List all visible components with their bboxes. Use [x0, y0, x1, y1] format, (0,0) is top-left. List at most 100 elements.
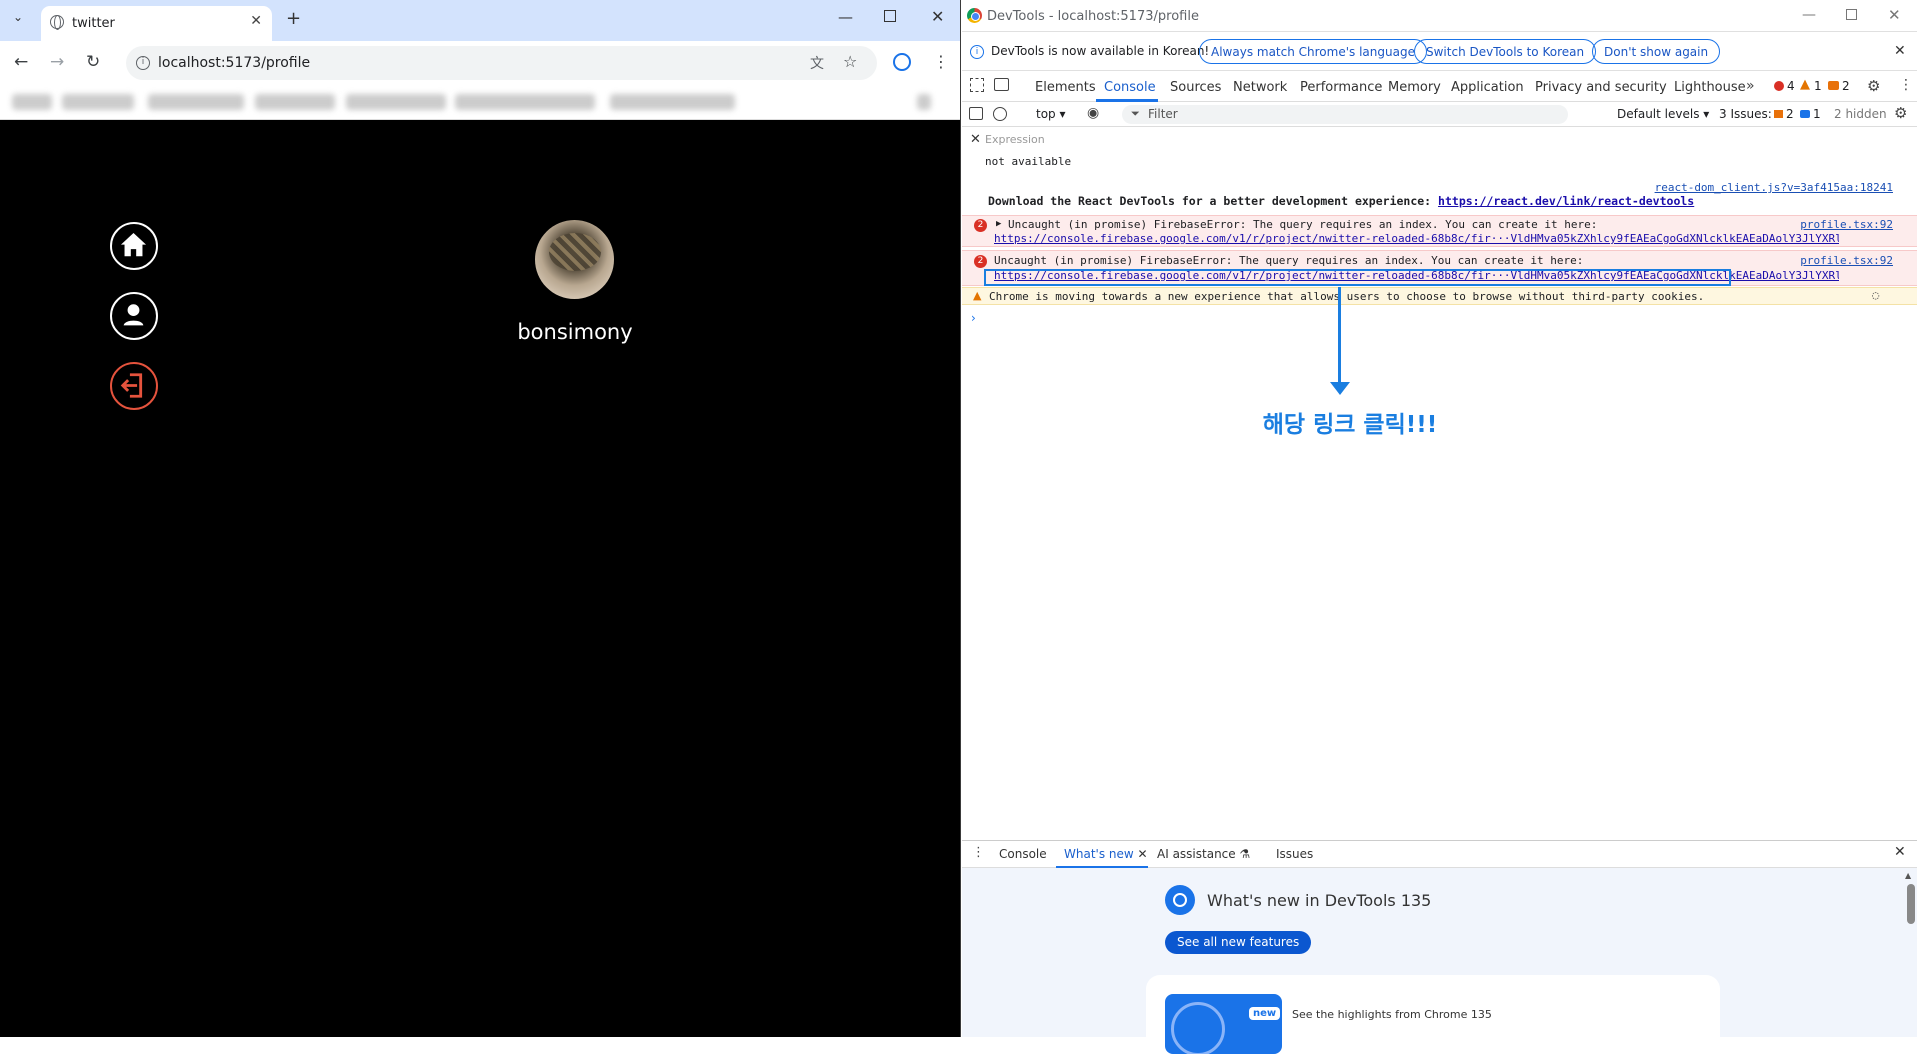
console-prompt-icon[interactable]: › — [971, 311, 976, 325]
warning-count[interactable]: 1 — [1814, 79, 1822, 93]
maximize-icon[interactable] — [1846, 9, 1857, 20]
minimize-icon[interactable]: — — [1802, 7, 1816, 23]
context-selector[interactable]: top ▾ — [1036, 107, 1066, 121]
filter-input[interactable]: ⏷ Filter — [1122, 105, 1568, 124]
warning-count-icon: ▲ — [1800, 77, 1810, 92]
site-info-icon[interactable]: i — [136, 56, 150, 70]
match-language-button[interactable]: Always match Chrome's language — [1199, 39, 1427, 64]
react-devtools-link[interactable]: https://react.dev/link/react-devtools — [1438, 194, 1694, 208]
filter-icon: ⏷ — [1131, 107, 1140, 120]
more-tabs-icon[interactable]: » — [1746, 78, 1755, 94]
tab-console[interactable]: Console — [1104, 80, 1156, 95]
switch-korean-button[interactable]: Switch DevTools to Korean — [1414, 39, 1597, 64]
tab-search-icon[interactable]: ⌄ — [13, 10, 23, 24]
drawer-tab-ai-assistance[interactable]: AI assistance ⚗ — [1157, 847, 1250, 861]
tab-lighthouse[interactable]: Lighthouse — [1674, 80, 1746, 95]
cookie-icon[interactable]: ◌ — [1872, 288, 1879, 302]
issue-count-icon — [1828, 81, 1839, 90]
tab-privacy-security[interactable]: Privacy and security — [1535, 80, 1667, 95]
console-message-react: react-dom_client.js?v=3af415aa:18241 Dow… — [962, 181, 1917, 211]
firebase-index-link[interactable]: https://console.firebase.google.com/v1/r… — [994, 232, 1839, 245]
home-icon — [120, 232, 147, 257]
sidebar-toggle-icon[interactable] — [969, 107, 983, 120]
drawer-tab-console[interactable]: Console — [999, 847, 1047, 861]
video-thumbnail[interactable]: new — [1165, 994, 1282, 1054]
tab-performance[interactable]: Performance — [1300, 80, 1382, 95]
bookmark-item[interactable] — [610, 94, 735, 110]
tab-application[interactable]: Application — [1451, 80, 1524, 95]
log-levels-label: Default levels — [1617, 107, 1700, 121]
issues-info-count[interactable]: 1 — [1813, 107, 1821, 121]
error-message-text: Uncaught (in promise) FirebaseError: The… — [994, 254, 1584, 267]
drawer-tab-whats-new[interactable]: What's new ✕ — [1064, 847, 1148, 861]
bookmark-item[interactable] — [346, 94, 446, 110]
tab-sources[interactable]: Sources — [1170, 80, 1221, 95]
drawer-menu-icon[interactable]: ⋮ — [972, 845, 985, 860]
more-options-icon[interactable]: ⋮ — [1899, 77, 1913, 93]
expression-label[interactable]: Expression — [985, 133, 1045, 146]
tab-elements[interactable]: Elements — [1035, 80, 1096, 95]
address-bar[interactable]: i localhost:5173/profile 文 ☆ — [126, 46, 877, 80]
remove-expression-icon[interactable]: ✕ — [970, 132, 981, 147]
info-icon: i — [970, 45, 984, 59]
dont-show-again-button[interactable]: Don't show again — [1592, 39, 1721, 64]
close-window-icon[interactable]: ✕ — [931, 7, 944, 26]
device-toolbar-icon[interactable] — [994, 78, 1009, 91]
bookmark-item[interactable] — [917, 94, 931, 110]
live-expression-icon[interactable]: ◉ — [1087, 105, 1099, 121]
error-count[interactable]: 4 — [1787, 79, 1795, 93]
close-tab-icon[interactable]: ✕ — [1138, 847, 1148, 861]
browser-window: ⌄ twitter ✕ + — ✕ ← → ↻ i localhost:5173… — [0, 0, 961, 1037]
clear-console-icon[interactable] — [993, 107, 1007, 121]
react-message-text: Download the React DevTools for a better… — [988, 194, 1439, 208]
logout-button[interactable] — [110, 362, 158, 410]
close-window-icon[interactable]: ✕ — [1888, 6, 1901, 24]
profile-button[interactable] — [110, 292, 158, 340]
ai-assistance-label: AI assistance — [1157, 847, 1236, 861]
see-all-features-button[interactable]: See all new features — [1165, 931, 1312, 954]
settings-icon[interactable]: ⚙ — [1867, 77, 1880, 95]
inspect-element-icon[interactable] — [970, 78, 984, 92]
avatar[interactable] — [535, 220, 614, 299]
bookmark-item[interactable] — [455, 94, 595, 110]
expand-triangle-icon[interactable]: ▶ — [996, 219, 1001, 229]
filter-placeholder: Filter — [1148, 107, 1178, 121]
bookmark-item[interactable] — [148, 94, 244, 110]
drawer-tab-issues[interactable]: Issues — [1276, 847, 1313, 861]
minimize-icon[interactable]: — — [838, 8, 853, 26]
close-drawer-icon[interactable]: ✕ — [1894, 844, 1906, 860]
home-button[interactable] — [110, 222, 158, 270]
bookmark-star-icon[interactable]: ☆ — [843, 52, 857, 71]
browser-tab[interactable]: twitter ✕ — [41, 6, 272, 41]
maximize-icon[interactable] — [884, 10, 896, 22]
profile-icon[interactable] — [893, 53, 911, 71]
translate-icon[interactable]: 文 — [810, 53, 824, 73]
chrome-icon — [967, 8, 982, 23]
forward-icon[interactable]: → — [50, 52, 64, 72]
bookmark-item[interactable] — [12, 94, 52, 110]
issue-info-icon — [1800, 110, 1810, 118]
highlight-card[interactable]: new See the highlights from Chrome 135 — [1146, 975, 1720, 1055]
scrollbar-thumb[interactable] — [1907, 884, 1915, 924]
new-tab-icon[interactable]: + — [286, 8, 301, 29]
scroll-up-icon[interactable]: ▲ — [1905, 871, 1911, 880]
issues-error-count[interactable]: 2 — [1786, 107, 1794, 121]
menu-icon[interactable]: ⋮ — [933, 52, 949, 71]
console-settings-icon[interactable]: ⚙ — [1894, 104, 1907, 122]
error-source-link[interactable]: profile.tsx:92 — [1800, 254, 1893, 267]
bookmarks-bar — [0, 85, 960, 120]
issues-label[interactable]: 3 Issues: — [1719, 107, 1772, 121]
bookmark-item[interactable] — [62, 94, 134, 110]
reload-icon[interactable]: ↻ — [86, 52, 100, 72]
tab-network[interactable]: Network — [1233, 80, 1287, 95]
tab-memory[interactable]: Memory — [1388, 80, 1441, 95]
log-levels-dropdown[interactable]: Default levels ▾ — [1617, 107, 1709, 121]
browser-toolbar: ← → ↻ i localhost:5173/profile 文 ☆ ⋮ — [0, 41, 960, 85]
close-tab-icon[interactable]: ✕ — [250, 13, 262, 29]
issue-count[interactable]: 2 — [1842, 79, 1850, 93]
error-source-link[interactable]: profile.tsx:92 — [1800, 218, 1893, 231]
bookmark-item[interactable] — [255, 94, 335, 110]
back-icon[interactable]: ← — [14, 52, 28, 72]
react-source-link[interactable]: react-dom_client.js?v=3af415aa:18241 — [1655, 181, 1893, 194]
close-infobar-icon[interactable]: ✕ — [1894, 43, 1906, 59]
